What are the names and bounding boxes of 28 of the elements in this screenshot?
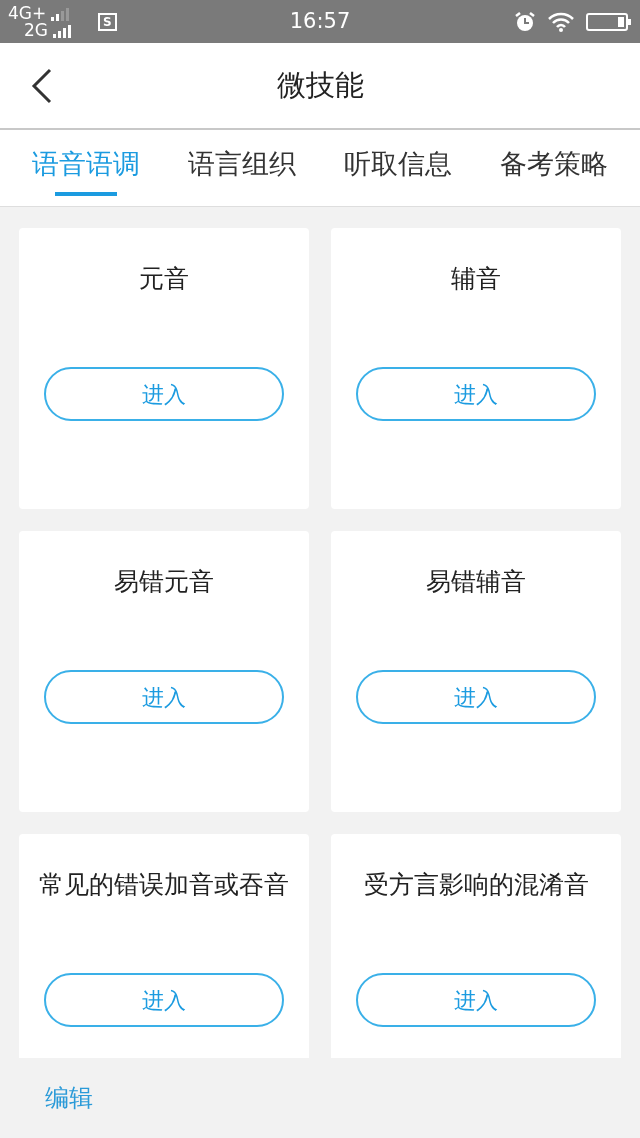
card-title: 辅音 <box>451 263 501 295</box>
card-title: 受方言影响的混淆音 <box>363 869 589 901</box>
battery-icon <box>586 11 632 32</box>
enter-button[interactable]: 进入 <box>356 670 596 724</box>
tab[interactable]: 语言组织 <box>188 130 296 206</box>
tab[interactable]: 备考策略 <box>500 130 608 206</box>
status-time: 16:57 <box>289 7 351 35</box>
card-title: 易错辅音 <box>426 566 526 598</box>
card-title: 易错元音 <box>114 566 214 598</box>
tab[interactable]: 听取信息 <box>344 130 452 206</box>
enter-button[interactable]: 进入 <box>44 973 284 1027</box>
enter-button[interactable]: 进入 <box>356 973 596 1027</box>
network-label: 2G <box>24 21 48 39</box>
app-badge: S <box>98 12 117 31</box>
chevron-left-icon <box>30 67 54 104</box>
back-button[interactable] <box>30 67 54 104</box>
enter-button[interactable]: 进入 <box>44 367 284 421</box>
enter-button[interactable]: 进入 <box>44 670 284 724</box>
enter-button[interactable]: 进入 <box>356 367 596 421</box>
card-title: 常见的错误加音或吞音 <box>39 869 289 901</box>
card-title: 元音 <box>139 263 189 295</box>
tab[interactable]: 语音语调 <box>32 130 140 206</box>
wifi-icon <box>548 11 574 32</box>
alarm-icon <box>514 10 536 33</box>
network-label: 4G+ <box>8 4 47 22</box>
signal-icon <box>52 22 74 38</box>
edit-link[interactable]: 编辑 <box>45 1080 93 1116</box>
page-title: 微技能 <box>276 66 364 104</box>
